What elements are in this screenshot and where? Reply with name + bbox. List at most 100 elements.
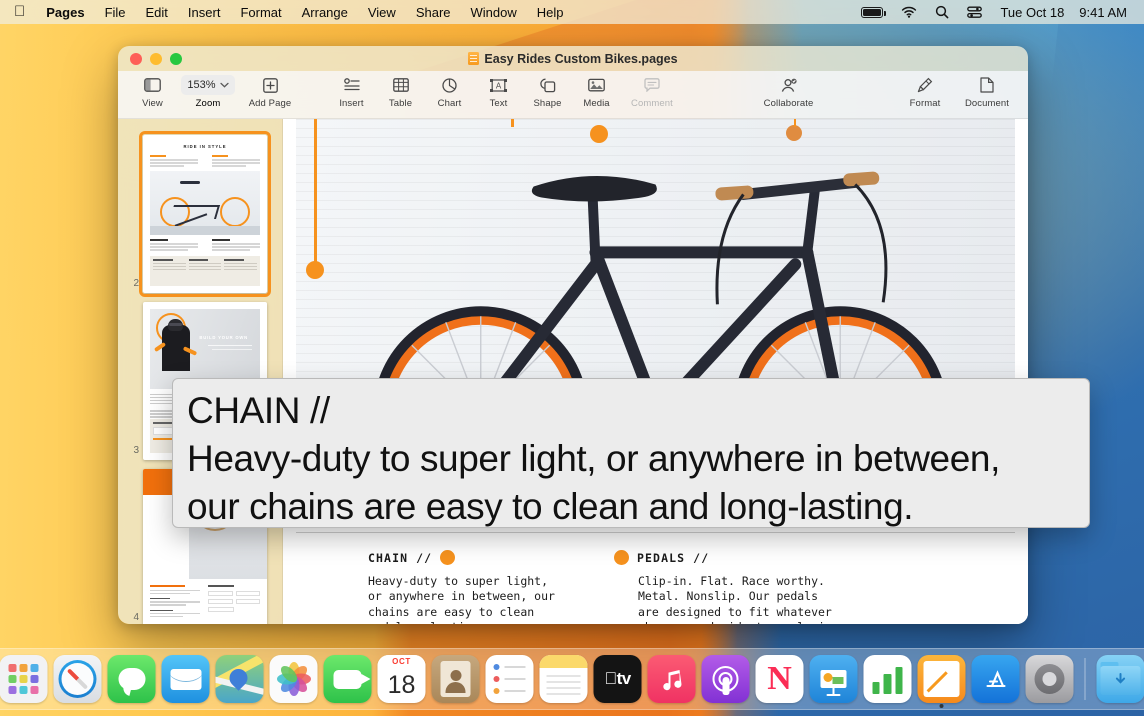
podcasts-icon[interactable] [702, 655, 750, 703]
menu-item-window[interactable]: Window [461, 5, 527, 20]
thumbnail-footer-columns [150, 256, 260, 286]
chart-button[interactable]: Chart [425, 71, 474, 109]
music-icon[interactable] [648, 655, 696, 703]
view-button[interactable]: View [128, 71, 177, 109]
facetime-icon[interactable] [324, 655, 372, 703]
menu-item-insert[interactable]: Insert [178, 5, 231, 20]
dock-item-launchpad[interactable] [0, 655, 48, 703]
shape-button[interactable]: Shape [523, 71, 572, 109]
photos-icon[interactable] [270, 655, 318, 703]
messages-icon[interactable] [108, 655, 156, 703]
launchpad-icon[interactable] [0, 655, 48, 703]
dock-item-podcasts[interactable] [702, 655, 750, 703]
dock-item-downloads[interactable] [1097, 655, 1144, 703]
document-page-icon [980, 75, 994, 95]
table-button[interactable]: Table [376, 71, 425, 109]
dock-item-tv[interactable]: tv [594, 655, 642, 703]
accessibility-zoom-popup: CHAIN // Heavy-duty to super light, or a… [172, 378, 1090, 528]
reminders-icon[interactable] [486, 655, 534, 703]
menu-bar-date[interactable]: Tue Oct 18 [991, 5, 1070, 20]
menu-bar-clock[interactable]: 9:41 AM [1070, 5, 1131, 20]
menu-item-arrange[interactable]: Arrange [292, 5, 358, 20]
dock-item-news[interactable]: N [756, 655, 804, 703]
mail-icon[interactable] [162, 655, 210, 703]
apple-logo-icon[interactable]:  [9, 4, 36, 21]
menu-item-help[interactable]: Help [527, 5, 574, 20]
menu-item-format[interactable]: Format [230, 5, 291, 20]
dock-item-notes[interactable] [540, 655, 588, 703]
menu-item-share[interactable]: Share [406, 5, 461, 20]
dock-item-numbers[interactable] [864, 655, 912, 703]
dock-item-safari[interactable] [54, 655, 102, 703]
pages-document-icon [468, 52, 479, 65]
window-title-text: Easy Rides Custom Bikes.pages [484, 52, 677, 66]
menu-bar-status-area: Tue Oct 18 9:41 AM [852, 5, 1135, 20]
dock-item-facetime[interactable] [324, 655, 372, 703]
table-grid-icon [393, 75, 409, 95]
paintbrush-icon [917, 75, 933, 95]
battery-icon[interactable] [852, 7, 892, 18]
pedals-heading: PEDALS // [638, 550, 928, 565]
format-button[interactable]: Format [894, 71, 956, 109]
contacts-icon[interactable] [432, 655, 480, 703]
dock-item-reminders[interactable] [486, 655, 534, 703]
dock-item-contacts[interactable] [432, 655, 480, 703]
media-button[interactable]: Media [572, 71, 621, 109]
dock-item-photos[interactable] [270, 655, 318, 703]
downloads-folder-icon[interactable] [1097, 655, 1144, 703]
dock-item-system-settings[interactable] [1026, 655, 1074, 703]
apple-tv-icon[interactable]: tv [594, 655, 642, 703]
zoom-popup-button[interactable]: 153% [181, 75, 234, 95]
dock-item-mail[interactable] [162, 655, 210, 703]
menu-item-edit[interactable]: Edit [136, 5, 178, 20]
zoom-control[interactable]: 153% Zoom [177, 71, 239, 109]
menu-item-file[interactable]: File [95, 5, 136, 20]
document-button[interactable]: Document [956, 71, 1018, 109]
news-icon[interactable]: N [756, 655, 804, 703]
calendar-icon[interactable]: OCT 18 [378, 655, 426, 703]
menu-item-pages[interactable]: Pages [36, 5, 94, 20]
page-thumbnail[interactable]: RIDE IN STYLE [143, 135, 267, 293]
system-settings-icon[interactable] [1026, 655, 1074, 703]
insert-button[interactable]: Insert [327, 71, 376, 109]
dock-item-keynote[interactable] [810, 655, 858, 703]
thumbnail-row-2[interactable]: 2 RIDE IN STYLE [118, 126, 282, 293]
chain-body-text: Heavy-duty to super light, or anywhere i… [368, 574, 658, 624]
menu-item-view[interactable]: View [358, 5, 406, 20]
notes-icon[interactable] [540, 655, 588, 703]
control-center-icon[interactable] [958, 6, 991, 19]
dock-item-messages[interactable] [108, 655, 156, 703]
numbers-icon[interactable] [864, 655, 912, 703]
text-label: Text [490, 98, 508, 109]
safari-icon[interactable] [54, 655, 102, 703]
zoom-label: Zoom [196, 98, 221, 109]
pages-icon[interactable] [918, 655, 966, 703]
maps-icon[interactable] [216, 655, 264, 703]
text-column-pedals[interactable]: PEDALS // Clip-in. Flat. Race worthy. Me… [638, 550, 928, 624]
page-thumbnail-sidebar[interactable]: 2 RIDE IN STYLE [118, 119, 283, 624]
dock-item-calendar[interactable]: OCT 18 [378, 655, 426, 703]
chain-bullet-dot [440, 550, 455, 565]
wifi-icon[interactable] [892, 6, 926, 18]
document-page: CHAIN // Heavy-duty to super light, or a… [283, 119, 1028, 624]
insert-label: Insert [339, 98, 363, 109]
dock-item-music[interactable] [648, 655, 696, 703]
app-store-icon[interactable] [972, 655, 1020, 703]
dock-item-app-store[interactable] [972, 655, 1020, 703]
dock-separator [1085, 658, 1086, 700]
comment-button[interactable]: Comment [621, 71, 683, 109]
photo-icon [588, 75, 605, 95]
collaborate-button[interactable]: Collaborate [758, 71, 820, 109]
window-title-bar[interactable]: Easy Rides Custom Bikes.pages [118, 46, 1028, 71]
thumbnail-spec-left [150, 585, 200, 617]
document-canvas[interactable]: CHAIN // Heavy-duty to super light, or a… [283, 119, 1028, 624]
spotlight-search-icon[interactable] [926, 5, 958, 19]
add-page-button[interactable]: Add Page [239, 71, 301, 109]
shape-label: Shape [534, 98, 562, 109]
speech-bubble-icon [644, 75, 660, 95]
text-button[interactable]: A Text [474, 71, 523, 109]
thumbnail-page-number: 4 [126, 612, 139, 624]
dock-item-pages[interactable] [918, 655, 966, 703]
dock-item-maps[interactable] [216, 655, 264, 703]
keynote-icon[interactable] [810, 655, 858, 703]
